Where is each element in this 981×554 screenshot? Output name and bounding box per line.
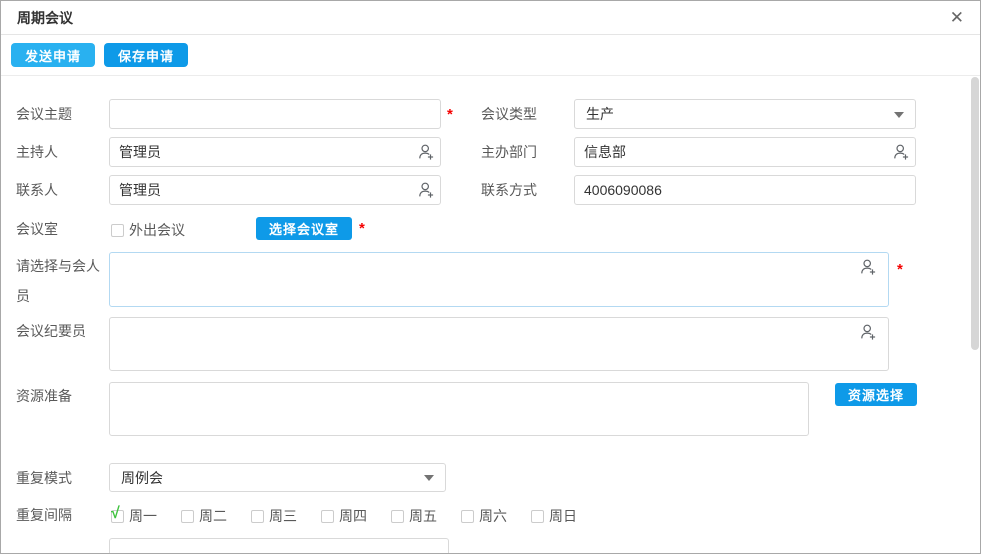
checkbox-icon: √ — [111, 505, 124, 523]
add-person-icon[interactable] — [859, 258, 877, 276]
repeat-day-label: 周四 — [339, 508, 367, 524]
chevron-down-icon — [894, 112, 904, 118]
resources-label: 资源准备 — [16, 388, 72, 404]
repeat-day-label: 周二 — [199, 508, 227, 524]
checkbox-icon: √ — [251, 509, 264, 523]
repeat-mode-select[interactable]: 周例会 — [109, 463, 446, 492]
checkbox-icon: √ — [531, 509, 544, 523]
contact-label: 联系人 — [16, 182, 58, 198]
contact-phone-label: 联系方式 — [481, 182, 537, 198]
minutes-taker-textarea[interactable] — [109, 317, 889, 371]
offsite-meeting-label: 外出会议 — [129, 222, 185, 238]
resource-select-button[interactable]: 资源选择 — [835, 383, 917, 406]
dialog-title: 周期会议 — [17, 9, 73, 26]
add-person-icon[interactable] — [859, 323, 877, 341]
chevron-down-icon — [424, 475, 434, 481]
repeat-interval-label: 重复间隔 — [16, 507, 72, 523]
checkbox-icon: √ — [461, 509, 474, 523]
repeat-days: √ 周一 √ 周二 √ 周三 √ 周四 √ 周五 √ 周六 √ 周日 — [111, 505, 601, 526]
department-input[interactable] — [574, 137, 916, 167]
department-label: 主办部门 — [481, 144, 537, 160]
checkbox-icon: √ — [321, 509, 334, 523]
add-person-icon[interactable] — [417, 181, 435, 199]
repeat-day-checkbox[interactable]: √ 周二 — [181, 506, 251, 526]
repeat-day-label: 周日 — [549, 508, 577, 524]
subject-required-mark: * — [447, 106, 453, 123]
attendees-required-mark: * — [897, 261, 903, 278]
save-request-button[interactable]: 保存申请 — [104, 43, 189, 67]
repeat-day-label: 周五 — [409, 508, 437, 524]
meeting-type-label: 会议类型 — [481, 106, 537, 122]
scrollbar-thumb[interactable] — [971, 77, 979, 350]
form-body: 会议主题 * 会议类型 生产 主持人 主办部门 联系人 联系方式 会议室 外出会… — [1, 76, 980, 553]
add-person-icon[interactable] — [892, 143, 910, 161]
meeting-room-required-mark: * — [359, 220, 365, 237]
repeat-day-checkbox[interactable]: √ 周日 — [531, 506, 601, 526]
checkbox-icon: √ — [181, 509, 194, 523]
contact-phone-input[interactable] — [574, 175, 916, 205]
repeat-day-checkbox[interactable]: √ 周六 — [461, 506, 531, 526]
host-input[interactable] — [109, 137, 441, 167]
repeat-day-checkbox[interactable]: √ 周三 — [251, 506, 321, 526]
meeting-type-value: 生产 — [586, 106, 614, 122]
minutes-taker-label: 会议纪要员 — [16, 323, 86, 339]
meeting-type-select[interactable]: 生产 — [574, 99, 916, 129]
next-field-partial-input[interactable] — [109, 538, 449, 553]
add-person-icon[interactable] — [417, 143, 435, 161]
resources-textarea[interactable] — [109, 382, 809, 436]
dialog-title-bar: 周期会议 ✕ — [1, 1, 980, 35]
select-meeting-room-button[interactable]: 选择会议室 — [256, 217, 352, 240]
repeat-mode-label: 重复模式 — [16, 470, 72, 486]
repeat-day-checkbox[interactable]: √ 周五 — [391, 506, 461, 526]
send-request-button[interactable]: 发送申请 — [11, 43, 96, 67]
checkbox-icon: √ — [391, 509, 404, 523]
host-label: 主持人 — [16, 144, 58, 160]
attendees-textarea[interactable] — [109, 252, 889, 307]
periodic-meeting-dialog: 周期会议 ✕ 发送申请 保存申请 会议主题 * 会议类型 生产 主持人 主办部门… — [0, 0, 981, 554]
subject-input[interactable] — [109, 99, 441, 129]
close-icon[interactable]: ✕ — [950, 8, 964, 28]
offsite-meeting-checkbox[interactable]: 外出会议 — [111, 220, 185, 240]
repeat-day-label: 周六 — [479, 508, 507, 524]
subject-label: 会议主题 — [16, 106, 72, 122]
repeat-mode-value: 周例会 — [121, 469, 163, 486]
meeting-room-label: 会议室 — [16, 221, 58, 237]
repeat-day-checkbox[interactable]: √ 周四 — [321, 506, 391, 526]
repeat-day-label: 周一 — [129, 508, 157, 524]
vertical-scrollbar — [970, 76, 979, 553]
attendees-label: 请选择与会人员 — [16, 258, 100, 304]
contact-input[interactable] — [109, 175, 441, 205]
repeat-day-checkbox[interactable]: √ 周一 — [111, 505, 181, 526]
repeat-day-label: 周三 — [269, 508, 297, 524]
toolbar: 发送申请 保存申请 — [1, 35, 980, 76]
checkbox-icon — [111, 223, 124, 237]
